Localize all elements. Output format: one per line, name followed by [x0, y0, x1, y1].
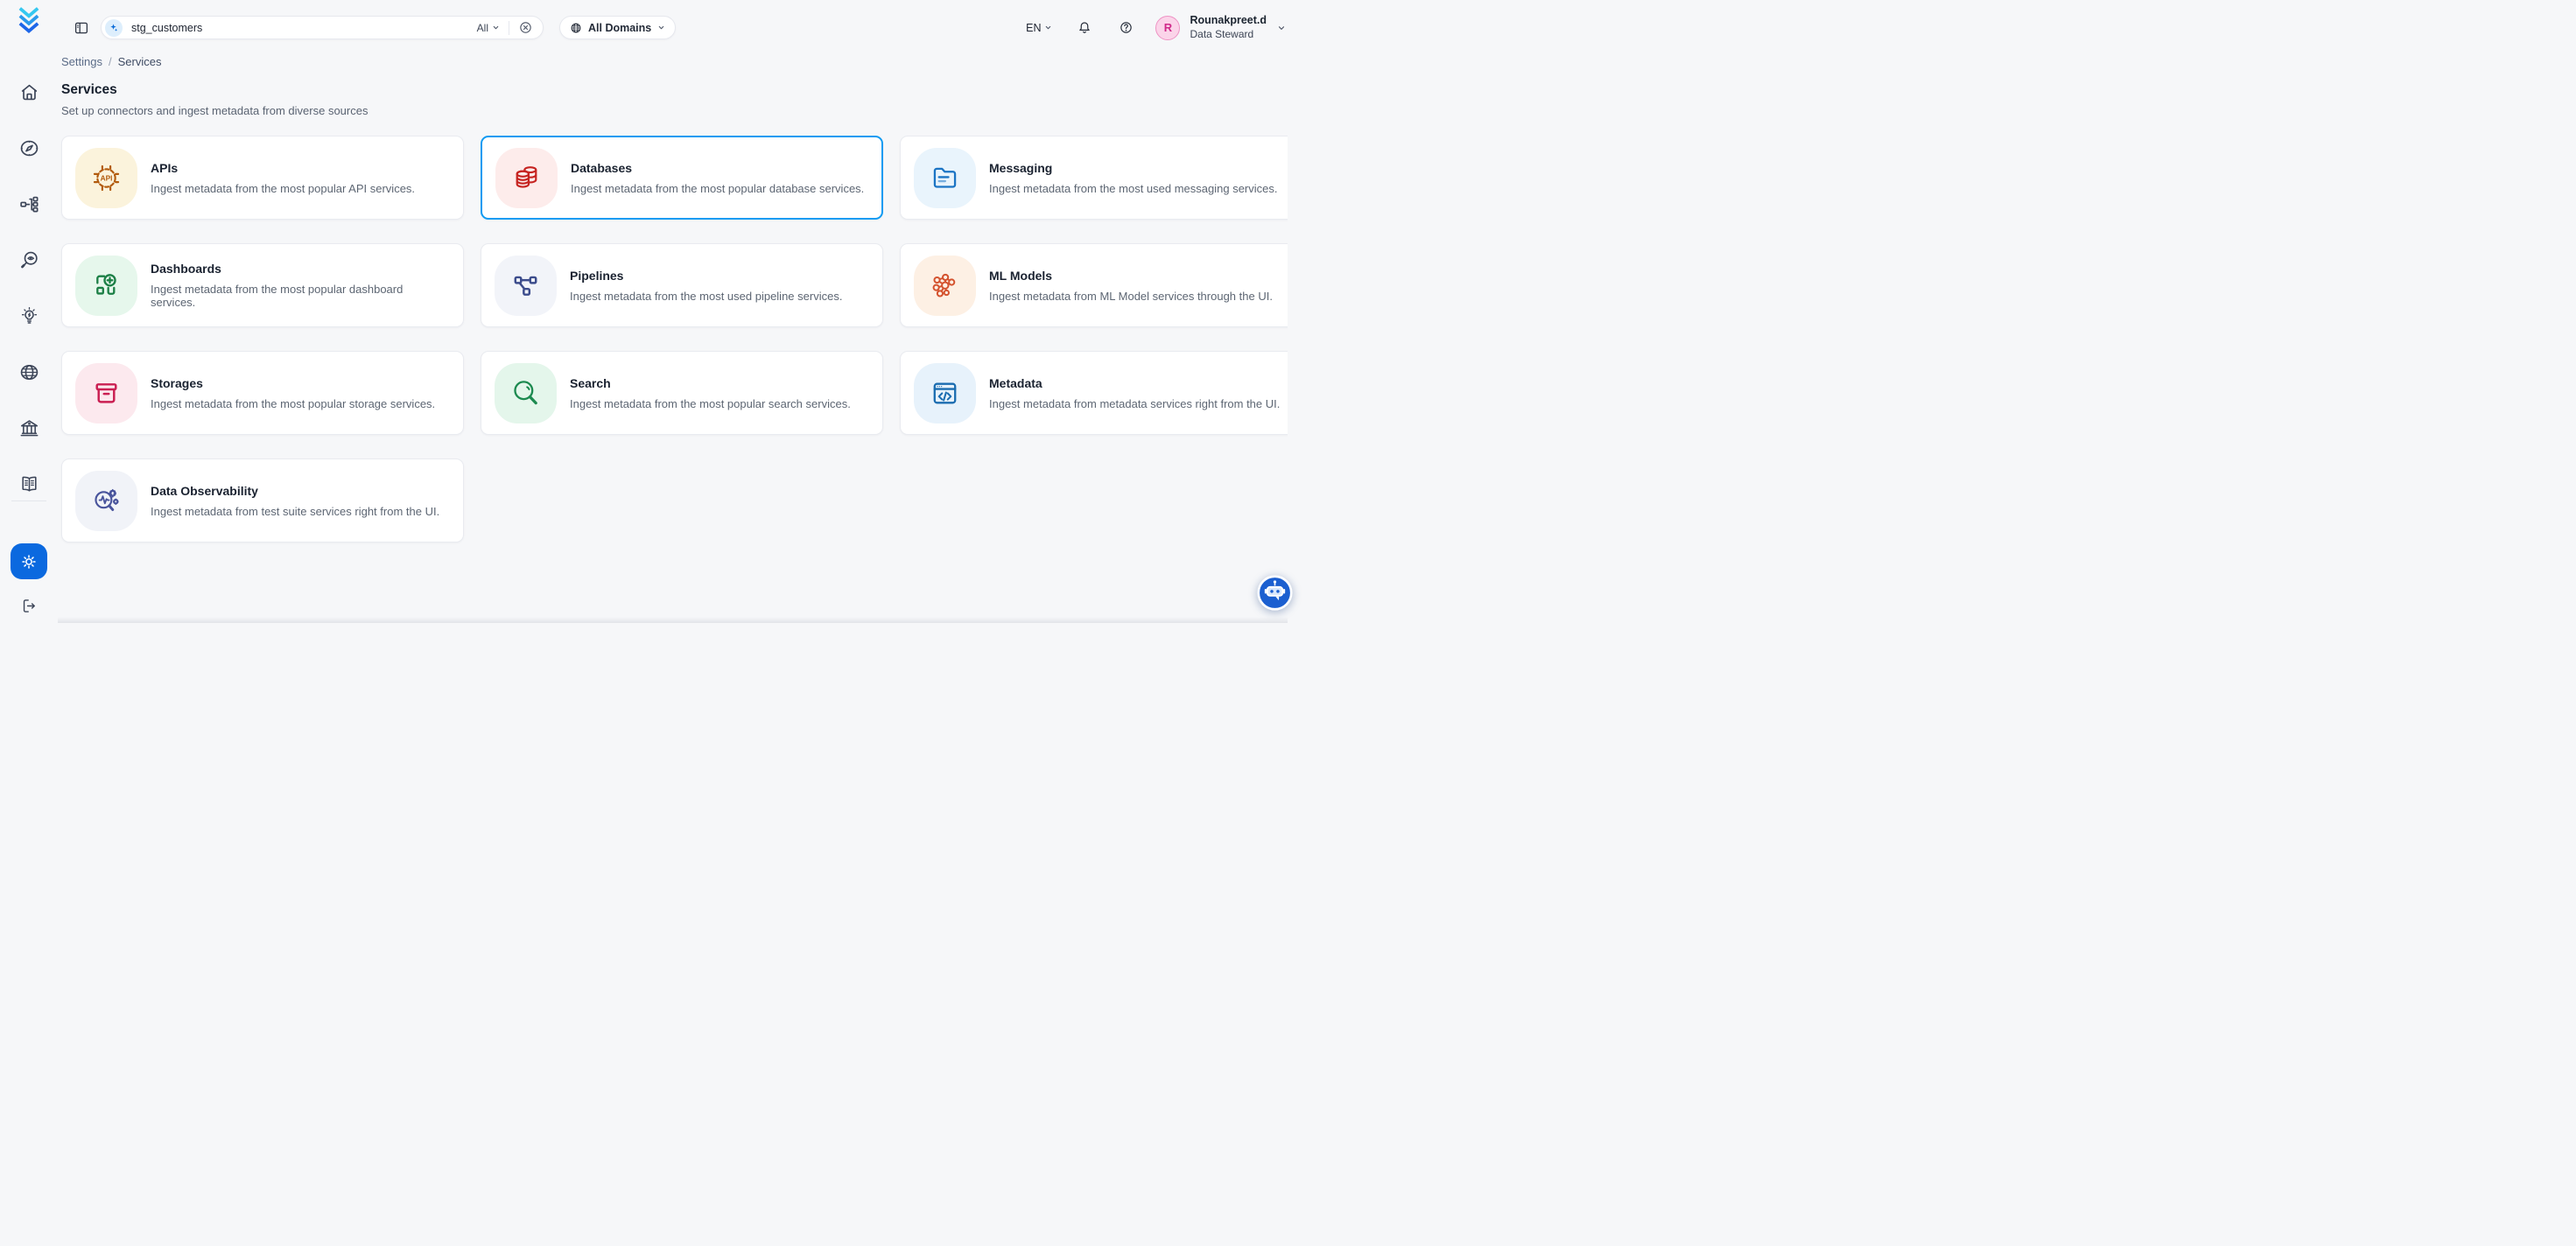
ml-models-icon	[914, 256, 976, 316]
service-card-databases[interactable]: Databases Ingest metadata from the most …	[481, 136, 883, 220]
help-icon[interactable]	[1119, 20, 1134, 35]
service-card-pipelines[interactable]: Pipelines Ingest metadata from the most …	[481, 243, 883, 327]
user-avatar[interactable]: R	[1155, 16, 1180, 40]
breadcrumb: Settings / Services	[61, 55, 1288, 68]
lineage-flow-icon[interactable]	[18, 193, 40, 215]
domain-filter-button[interactable]: All Domains	[559, 16, 676, 39]
search-scope-dropdown[interactable]: All	[477, 22, 500, 34]
service-card-description: Ingest metadata from the most popular st…	[151, 397, 435, 410]
service-card-data-observability[interactable]: Data Observability Ingest metadata from …	[61, 458, 464, 542]
service-card-description: Ingest metadata from the most popular da…	[571, 182, 864, 195]
service-card-title: Search	[570, 376, 851, 390]
notifications-bell-icon[interactable]	[1077, 20, 1092, 36]
service-card-title: APIs	[151, 161, 415, 175]
service-card-storages[interactable]: Storages Ingest metadata from the most p…	[61, 351, 464, 435]
page-title: Services	[61, 82, 1288, 98]
service-card-search[interactable]: Search Ingest metadata from the most pop…	[481, 351, 883, 435]
domain-filter-label: All Domains	[588, 22, 651, 34]
storages-icon	[75, 363, 137, 424]
chevron-down-icon	[657, 24, 665, 32]
sidebar-divider	[11, 500, 46, 501]
breadcrumb-settings[interactable]: Settings	[61, 55, 102, 68]
service-card-messaging[interactable]: Messaging Ingest metadata from the most …	[900, 136, 1288, 220]
user-name: Rounakpreet.d	[1190, 14, 1267, 28]
service-card-apis[interactable]: API APIs Ingest metadata from the most p…	[61, 136, 464, 220]
topbar-right-cluster: EN R Rounakpreet.d Data Steward	[1026, 14, 1288, 41]
search-input[interactable]	[131, 22, 477, 34]
service-card-description: Ingest metadata from the most popular AP…	[151, 182, 415, 195]
search-service-icon	[495, 363, 557, 424]
globe-icon	[570, 22, 582, 34]
service-card-description: Ingest metadata from test suite services…	[151, 505, 439, 518]
assistant-bot-button[interactable]	[1257, 575, 1293, 611]
apis-icon: API	[75, 148, 137, 208]
service-card-title: Messaging	[989, 161, 1278, 175]
user-menu-chevron-icon[interactable]	[1277, 24, 1286, 32]
language-selector[interactable]: EN	[1026, 22, 1052, 34]
service-card-description: Ingest metadata from ML Model services t…	[989, 290, 1273, 303]
logout-icon[interactable]	[20, 597, 39, 615]
main-area: All All Domains EN	[58, 0, 1288, 623]
service-card-description: Ingest metadata from the most popular se…	[570, 397, 851, 410]
service-card-description: Ingest metadata from the most used pipel…	[570, 290, 842, 303]
service-card-metadata[interactable]: Metadata Ingest metadata from metadata s…	[900, 351, 1288, 435]
chevron-down-icon	[1044, 24, 1052, 32]
data-observability-icon	[75, 471, 137, 531]
user-role: Data Steward	[1190, 28, 1267, 41]
dashboards-icon	[75, 256, 137, 316]
service-card-description: Ingest metadata from the most used messa…	[989, 182, 1278, 195]
service-card-title: Dashboards	[151, 262, 451, 276]
ai-sparkle-icon[interactable]	[105, 19, 123, 37]
svg-text:API: API	[101, 173, 113, 182]
settings-button-active[interactable]	[11, 543, 47, 579]
sidebar-nav	[18, 81, 40, 495]
glossary-book-icon[interactable]	[18, 473, 40, 495]
service-card-description: Ingest metadata from the most popular da…	[151, 283, 451, 309]
chevron-down-icon	[492, 24, 500, 32]
service-card-title: ML Models	[989, 269, 1273, 283]
services-grid: API APIs Ingest metadata from the most p…	[61, 136, 1288, 542]
service-card-title: Databases	[571, 161, 864, 175]
govern-bank-icon[interactable]	[18, 417, 40, 439]
service-card-mlmodels[interactable]: ML Models Ingest metadata from ML Model …	[900, 243, 1288, 327]
page-subtitle: Set up connectors and ingest metadata fr…	[61, 104, 1288, 117]
metadata-icon	[914, 363, 976, 424]
search-scope-label: All	[477, 22, 488, 34]
service-card-title: Data Observability	[151, 484, 439, 498]
service-card-title: Pipelines	[570, 269, 842, 283]
global-search-bar[interactable]: All	[101, 16, 544, 39]
breadcrumb-separator: /	[109, 55, 112, 68]
explore-compass-icon[interactable]	[18, 137, 40, 159]
service-card-description: Ingest metadata from metadata services r…	[989, 397, 1280, 410]
avatar-initial: R	[1164, 21, 1172, 34]
language-label: EN	[1026, 22, 1041, 34]
left-sidebar	[0, 0, 58, 623]
topbar: All All Domains EN	[61, 0, 1288, 55]
service-card-title: Storages	[151, 376, 435, 390]
databases-icon	[495, 148, 558, 208]
observability-search-eye-icon[interactable]	[18, 249, 40, 271]
messaging-icon	[914, 148, 976, 208]
service-card-dashboards[interactable]: Dashboards Ingest metadata from the most…	[61, 243, 464, 327]
service-card-title: Metadata	[989, 376, 1280, 390]
insights-bulb-icon[interactable]	[18, 305, 40, 327]
domains-globe-icon[interactable]	[18, 361, 40, 383]
home-icon[interactable]	[18, 81, 40, 103]
clear-search-icon[interactable]	[518, 20, 533, 35]
breadcrumb-services: Services	[118, 55, 162, 68]
pipelines-icon	[495, 256, 557, 316]
user-info: Rounakpreet.d Data Steward	[1190, 14, 1267, 41]
sidebar-toggle-icon[interactable]	[74, 20, 89, 36]
app-logo[interactable]	[16, 7, 42, 33]
